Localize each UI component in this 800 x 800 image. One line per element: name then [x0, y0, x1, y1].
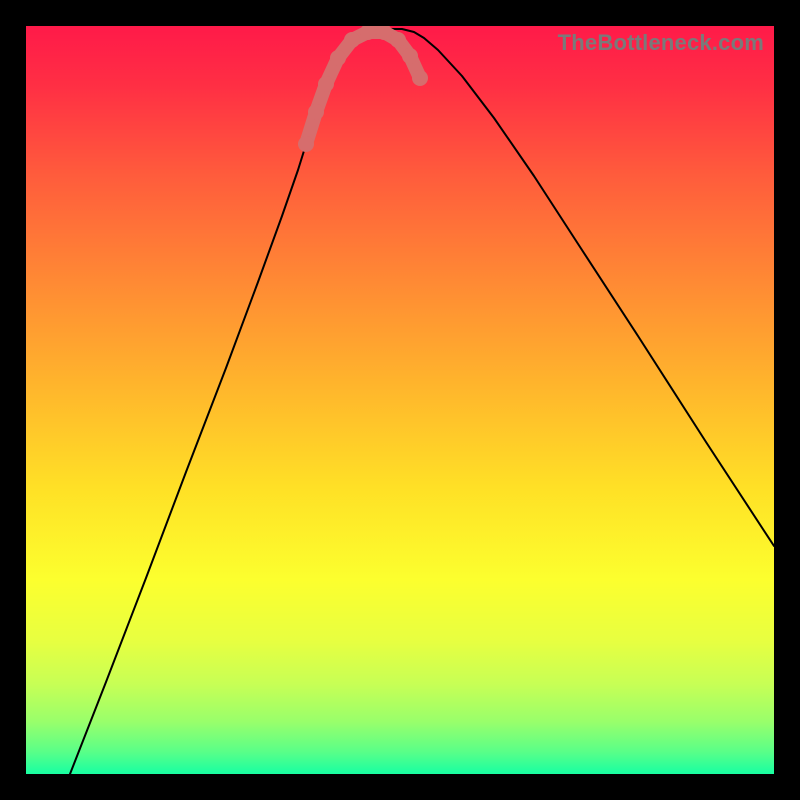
marker-point [308, 104, 324, 120]
marker-point [402, 48, 418, 64]
marker-point [298, 136, 314, 152]
chart-plot-area: TheBottleneck.com [26, 26, 774, 774]
chart-svg [26, 26, 774, 774]
marker-point [318, 76, 334, 92]
marker-point [412, 70, 428, 86]
marker-point [390, 32, 406, 48]
series-curve [70, 29, 774, 774]
marker-point [344, 32, 360, 48]
marker-point [330, 50, 346, 66]
